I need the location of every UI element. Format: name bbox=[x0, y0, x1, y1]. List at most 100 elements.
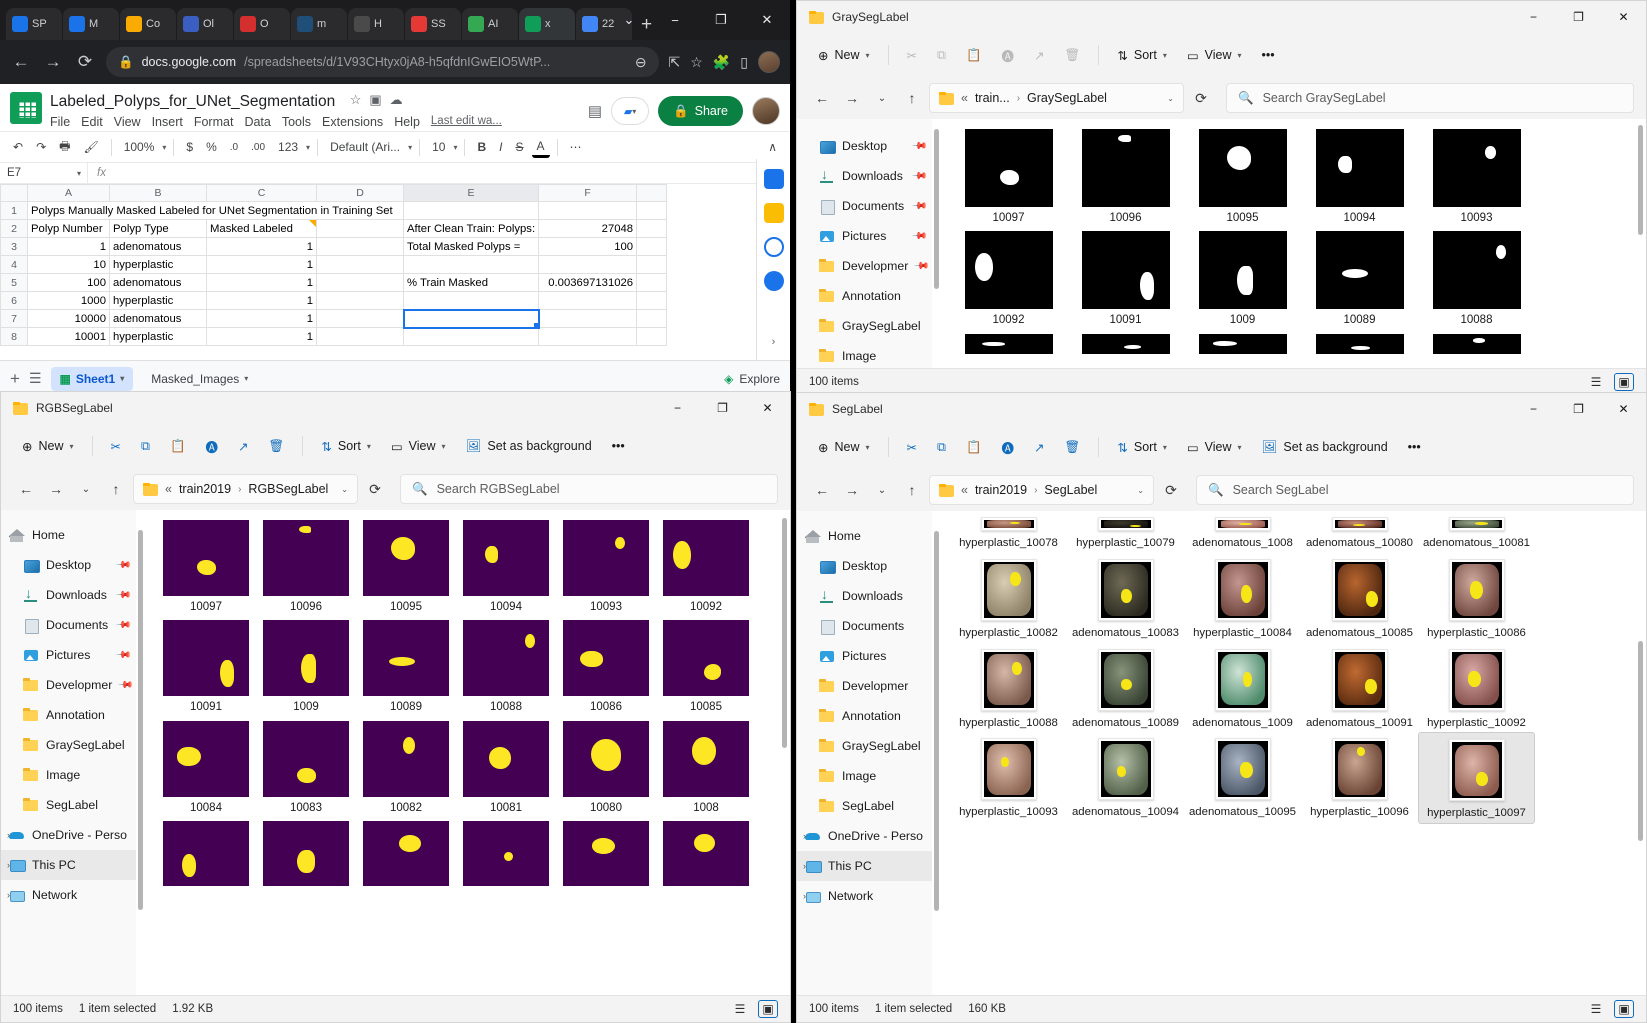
nav-item-downloads[interactable]: Downloads bbox=[797, 581, 932, 611]
file-item[interactable] bbox=[656, 821, 756, 887]
file-item[interactable]: 10092 bbox=[656, 520, 756, 614]
browser-tab-6[interactable]: H bbox=[348, 8, 404, 40]
nav-item-documents[interactable]: Documents 📌 bbox=[1, 610, 136, 640]
account-avatar[interactable] bbox=[752, 97, 780, 125]
file-item[interactable]: 10095 bbox=[1184, 129, 1301, 225]
copy-button[interactable]: ⧉ bbox=[928, 42, 955, 69]
row-header-4[interactable]: 4 bbox=[0, 255, 28, 274]
cloud-status-icon[interactable]: ☁ bbox=[390, 92, 403, 108]
nav-item-desktop[interactable]: Desktop 📌 bbox=[797, 131, 932, 161]
file-item[interactable]: 10094 bbox=[456, 520, 556, 614]
browser-tab-4[interactable]: O bbox=[234, 8, 290, 40]
list-view-icon[interactable]: ☰ bbox=[1586, 373, 1606, 391]
column-header-b[interactable]: B bbox=[109, 184, 207, 202]
more-options-button[interactable]: ••• bbox=[1253, 42, 1284, 68]
file-item[interactable]: 10088 bbox=[1418, 231, 1535, 327]
move-to-folder-icon[interactable]: ▣ bbox=[369, 92, 381, 108]
cell-g5[interactable] bbox=[636, 273, 668, 292]
nav-item-image[interactable]: Image bbox=[797, 341, 932, 371]
cut-button[interactable]: ✂ bbox=[102, 433, 130, 460]
browser-tab-9[interactable]: x bbox=[519, 8, 575, 40]
row-header-8[interactable]: 8 bbox=[0, 327, 28, 346]
menu-edit[interactable]: Edit bbox=[81, 115, 103, 129]
file-item[interactable] bbox=[456, 821, 556, 887]
browser-tab-5[interactable]: m bbox=[291, 8, 347, 40]
back-icon[interactable]: ← bbox=[10, 52, 32, 72]
nav-item-home[interactable]: ⌄ Home bbox=[1, 520, 136, 550]
sheet-tab-masked-images[interactable]: Masked_Images ▾ bbox=[142, 367, 257, 391]
rename-button[interactable]: 🅐 bbox=[993, 40, 1024, 71]
pin-icon[interactable]: 📌 bbox=[117, 677, 134, 694]
file-item[interactable]: 10089 bbox=[356, 620, 456, 714]
grid-view-icon[interactable]: ▣ bbox=[758, 1000, 778, 1018]
close-button[interactable]: ✕ bbox=[1601, 393, 1646, 425]
address-bar[interactable]: « train2019 › RGBSegLabel ⌄ bbox=[133, 474, 358, 504]
chevron-down-icon[interactable]: ▾ bbox=[162, 143, 166, 152]
url-input[interactable]: 🔒 docs.google.com/spreadsheets/d/1V93CHt… bbox=[106, 47, 659, 77]
file-item[interactable] bbox=[950, 333, 1067, 354]
vertical-scrollbar[interactable] bbox=[1635, 119, 1646, 395]
share-button[interactable]: ↗ bbox=[1025, 434, 1053, 461]
nav-item-documents[interactable]: Documents 📌 bbox=[797, 191, 932, 221]
cut-button[interactable]: ✂ bbox=[898, 42, 926, 69]
up-icon[interactable]: ↑ bbox=[899, 482, 925, 498]
browser-tab-3[interactable]: Ol bbox=[177, 8, 233, 40]
nav-item-downloads[interactable]: Downloads 📌 bbox=[1, 580, 136, 610]
browser-tab-2[interactable]: Co bbox=[120, 8, 176, 40]
file-item[interactable]: hyperplastic_10086 bbox=[1418, 553, 1535, 643]
forward-icon[interactable]: → bbox=[42, 52, 64, 72]
file-item[interactable]: 1009 bbox=[1184, 231, 1301, 327]
sort-button[interactable]: ⇅ Sort ▾ bbox=[1108, 42, 1175, 69]
nav-item-seglabel[interactable]: SegLabel bbox=[1, 790, 136, 820]
menu-help[interactable]: Help bbox=[394, 115, 420, 129]
nav-item-grayseglabel[interactable]: GraySegLabel bbox=[797, 311, 932, 341]
row-header-3[interactable]: 3 bbox=[0, 237, 28, 256]
share-button[interactable]: ↗ bbox=[1025, 42, 1053, 69]
file-item[interactable]: 10083 bbox=[256, 720, 356, 815]
cell-e4[interactable] bbox=[402, 255, 540, 274]
zoom-select[interactable]: 100% bbox=[119, 138, 160, 156]
menu-tools[interactable]: Tools bbox=[282, 115, 311, 129]
delete-button[interactable]: 🗑 bbox=[260, 433, 294, 460]
window-title-bar[interactable]: SegLabel − ❐ ✕ bbox=[797, 393, 1646, 425]
file-item[interactable]: hyperplastic_10082 bbox=[950, 553, 1067, 643]
file-item[interactable] bbox=[256, 821, 356, 887]
nav-item-image[interactable]: Image bbox=[797, 761, 932, 791]
minimize-button[interactable]: − bbox=[1511, 393, 1556, 425]
nav-item-annotation[interactable]: Annotation bbox=[1, 700, 136, 730]
star-icon[interactable]: ☆ bbox=[350, 92, 362, 108]
expand-dock-icon[interactable]: › bbox=[772, 336, 776, 348]
minimize-button[interactable]: − bbox=[1511, 1, 1556, 33]
file-item[interactable]: hyperplastic_10088 bbox=[950, 643, 1067, 733]
row-header-1[interactable]: 1 bbox=[0, 201, 28, 220]
nav-item-developmer[interactable]: Developmer 📌 bbox=[797, 251, 932, 281]
nav-item-this-pc[interactable]: › This PC bbox=[1, 850, 136, 880]
cell-e6[interactable] bbox=[402, 291, 540, 310]
cell-e5[interactable]: % Train Masked bbox=[402, 273, 540, 292]
file-item[interactable]: 10091 bbox=[156, 620, 256, 714]
column-header-d[interactable]: D bbox=[316, 184, 404, 202]
maximize-button[interactable]: ❐ bbox=[700, 392, 745, 424]
sheet-tab-sheet1[interactable]: ▦ Sheet1 ▾ bbox=[50, 366, 134, 391]
vertical-scrollbar[interactable] bbox=[779, 510, 790, 1005]
file-item[interactable] bbox=[1301, 333, 1418, 354]
pin-icon[interactable]: 📌 bbox=[114, 557, 131, 574]
file-item[interactable] bbox=[556, 821, 656, 887]
cell-c6[interactable]: 1 bbox=[206, 291, 317, 310]
italic-button[interactable]: I bbox=[494, 138, 507, 156]
file-list-pane[interactable]: hyperplastic_10078 hyperplastic_10079 aden… bbox=[944, 511, 1646, 1022]
reload-icon[interactable]: ⟳ bbox=[74, 52, 96, 72]
nav-item-desktop[interactable]: Desktop 📌 bbox=[1, 550, 136, 580]
undo-icon[interactable]: ↶ bbox=[8, 138, 28, 156]
search-input[interactable]: 🔍 Search GraySegLabel bbox=[1226, 83, 1634, 113]
nav-item-developmer[interactable]: Developmer bbox=[797, 671, 932, 701]
all-sheets-button[interactable]: ☰ bbox=[29, 370, 42, 387]
cell-c4[interactable]: 1 bbox=[206, 255, 317, 274]
row-header-2[interactable]: 2 bbox=[0, 219, 28, 238]
corner-cell[interactable] bbox=[0, 184, 28, 202]
menu-data[interactable]: Data bbox=[244, 115, 270, 129]
cell-d6[interactable] bbox=[316, 291, 404, 310]
nav-item-network[interactable]: › Network bbox=[1, 880, 136, 910]
nav-item-pictures[interactable]: Pictures 📌 bbox=[1, 640, 136, 670]
file-item[interactable] bbox=[156, 821, 256, 887]
